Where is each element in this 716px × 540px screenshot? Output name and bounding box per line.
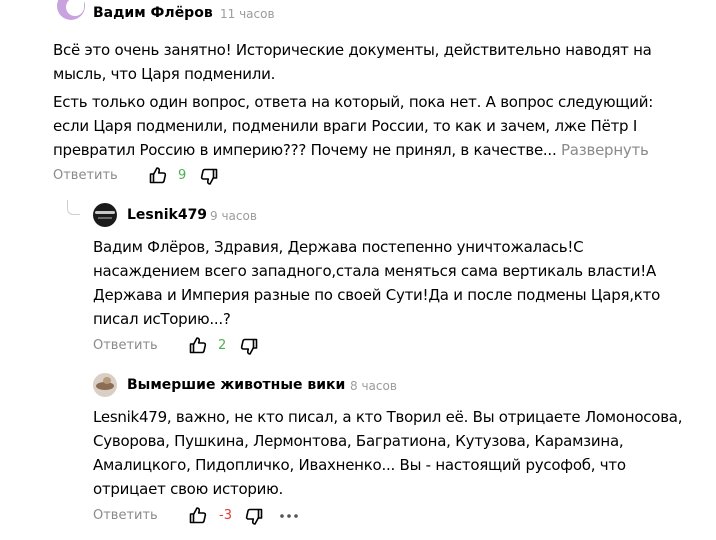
comment-line: Держава и Империя разные по своей Сути!Д… [93,286,661,304]
avatar[interactable] [93,373,117,397]
comment-author[interactable]: Вымершие животные вики [127,376,345,394]
comment-text: Lesnik479, важно, не кто писал, а кто Тв… [93,405,703,501]
thumbs-down-icon[interactable] [239,337,259,357]
comment-time: 11 часов [220,7,275,21]
comment-time: 9 часов [210,209,257,223]
comment-line: писал исТорию...? [93,310,231,328]
comment-line: Амалицкого, Пидопличко, Ивахненко... Вы … [93,456,626,474]
comment-text: Всё это очень занятно! Исторические доку… [53,38,693,86]
avatar[interactable] [93,203,117,227]
thumbs-down-icon[interactable] [199,167,219,187]
comment-line-text: превратил Россию в империю??? Почему не … [53,141,557,159]
comment-author[interactable]: Вадим Флёров [93,4,213,22]
comment-line: насаждением всего западного,стала менять… [93,262,656,280]
comment-line: Есть только один вопрос, ответа на котор… [53,93,654,111]
comment-line: превратил Россию в империю??? Почему не … [53,138,713,162]
comment-text: Есть только один вопрос, ответа на котор… [53,90,713,162]
avatar-detail [95,211,115,214]
comment-line: отрицает свою историю. [93,480,284,498]
comment-line: Lesnik479, важно, не кто писал, а кто Тв… [93,408,683,426]
vote-count: 9 [178,168,187,183]
thumbs-down-icon[interactable] [244,507,264,527]
comment-line: если Царя подменили, подменили враги Рос… [53,117,638,135]
comment-author[interactable]: Lesnik479 [127,206,207,224]
thumbs-up-icon[interactable] [188,335,208,355]
comment-time: 8 часов [350,379,397,393]
reply-button[interactable]: Ответить [93,507,158,525]
comment-line: Суворова, Пушкина, Лермонтова, Багратион… [93,432,624,450]
comment-line: мысль, что Царя подменили. [53,65,276,83]
reply-button[interactable]: Ответить [53,167,118,185]
thumbs-up-icon[interactable] [148,165,168,185]
comment-text: Вадим Флёров, Здравия, Держава постепенн… [93,235,693,331]
vote-count: 2 [218,338,227,353]
comments-feed: Вадим Флёров 11 часов Всё это очень заня… [0,0,716,540]
expand-link[interactable]: Развернуть [561,141,649,159]
comment-line: Вадим Флёров, Здравия, Держава постепенн… [93,238,584,256]
reply-button[interactable]: Ответить [93,337,158,355]
thread-connector [67,200,80,215]
comment-line: Всё это очень занятно! Исторические доку… [53,41,652,59]
more-horizontal-icon[interactable] [279,508,299,524]
vote-count: -3 [219,508,232,523]
avatar-detail [98,217,112,219]
thumbs-up-icon[interactable] [188,505,208,525]
avatar-detail [103,377,111,384]
